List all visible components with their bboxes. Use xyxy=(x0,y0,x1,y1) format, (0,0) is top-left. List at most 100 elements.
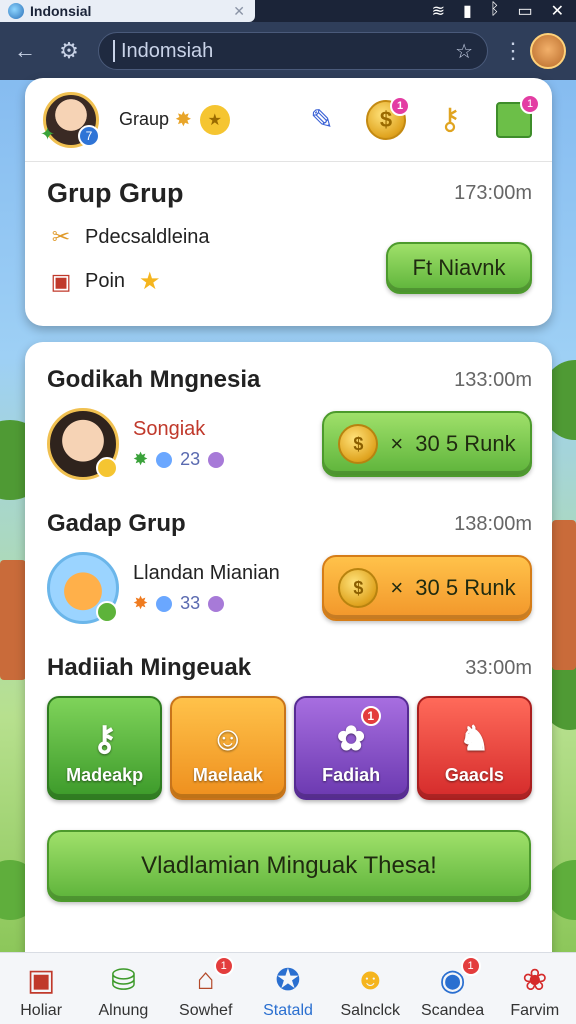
coin-icon: $ xyxy=(338,568,379,608)
bluetooth-icon: ᛒ xyxy=(489,1,500,18)
gift-tile[interactable]: ☺ Maelaak xyxy=(170,696,286,800)
url-text: Indomsiah xyxy=(121,39,214,62)
user-avatar[interactable] xyxy=(530,33,566,69)
reward-section: Gadap Grup 138:00m Llandan Mianian ✸ 33 xyxy=(47,510,532,624)
notification-badge: 1 xyxy=(520,93,540,114)
reward-button[interactable]: $ × 30 5 Runk xyxy=(322,555,532,621)
window-icon[interactable]: ▭ xyxy=(517,1,532,21)
purple-gem-icon xyxy=(208,595,225,612)
player-name: Songiak xyxy=(133,418,206,440)
back-arrow-icon[interactable]: ← xyxy=(10,36,40,66)
plant-pot-icon: ✿ xyxy=(336,720,366,758)
ribbon-icon: ✂ xyxy=(51,224,71,249)
bottom-navigation: ▣ Holiar ⛁ Alnung 1 ⌂ Sowhef ✪ Statald ☻… xyxy=(0,952,576,1024)
star-face-icon: ★ xyxy=(199,104,230,135)
notification-badge: 1 xyxy=(460,956,481,976)
reward-button[interactable]: $ × 30 5 Runk xyxy=(322,411,532,477)
green-star-icon: ✸ xyxy=(133,449,149,469)
tile-label: Madeakp xyxy=(66,765,144,785)
compass-icon: ✪ xyxy=(275,963,301,997)
player-avatar[interactable] xyxy=(47,408,119,480)
item-label: Poin xyxy=(85,270,126,292)
group-header-card: ✦ 7 Graup ✸ ★ ✎ $ 1 ⚷ 1 Grup Grup 173:00… xyxy=(25,78,552,326)
stat-value: 23 xyxy=(180,449,201,469)
section-title: Gadap Grup xyxy=(47,510,186,537)
gem-icon xyxy=(156,595,173,612)
flower-icon: ❀ xyxy=(522,963,548,997)
nav-item-statald[interactable]: ✪ Statald xyxy=(250,960,326,1020)
url-input[interactable]: Indomsiah ☆ xyxy=(98,32,488,70)
leaf-icon: ✦ xyxy=(40,123,56,144)
gift-tile[interactable]: 1 ✿ Fadiah xyxy=(293,696,409,800)
drawer-icon-button[interactable]: 1 xyxy=(494,93,540,140)
star-icon: ★ xyxy=(139,268,161,295)
purple-gem-icon xyxy=(208,451,225,468)
claim-button[interactable]: Ft Niavnk xyxy=(386,241,532,294)
reward-multiplier: × xyxy=(390,575,404,600)
player-name: Llandan Mianian xyxy=(133,562,280,584)
magic-wand-icon[interactable]: ✎ xyxy=(302,100,342,140)
nav-label: Sowhef xyxy=(179,1002,233,1019)
tile-label: Gaacls xyxy=(444,765,504,785)
nav-label: Statald xyxy=(263,1002,313,1019)
card-title: Grup Grup xyxy=(47,178,184,208)
tab-close-icon[interactable]: ✕ xyxy=(233,3,245,20)
nav-item-salnclck[interactable]: ☻ Salnclck xyxy=(332,960,408,1020)
item-label: Pdecsaldleina xyxy=(85,225,210,248)
nav-label: Holiar xyxy=(20,1002,63,1019)
more-menu-icon[interactable]: ⋮ xyxy=(502,38,524,64)
notification-badge: 1 xyxy=(213,956,234,976)
nav-label: Scandea xyxy=(420,1002,485,1019)
avatar-badge xyxy=(96,457,118,479)
section-timer: 133:00m xyxy=(454,368,532,391)
gift-tile[interactable]: ♞ Gaacls xyxy=(416,696,532,800)
gift-box-icon: ▣ xyxy=(26,963,56,997)
gem-icon xyxy=(156,451,173,468)
key-icon[interactable]: ⚷ xyxy=(430,100,470,140)
nav-item-scandea[interactable]: 1 ◉ Scandea xyxy=(415,956,491,1020)
close-icon[interactable]: ✕ xyxy=(551,1,564,21)
section-title: Hadiiah Mingeuak xyxy=(47,654,252,681)
tile-label: Maelaak xyxy=(192,765,263,785)
signal-icon: ▮ xyxy=(463,3,472,20)
nav-item-farvim[interactable]: ❀ Farvim xyxy=(497,960,573,1020)
key-icon: ⚷ xyxy=(92,720,118,758)
wifi-icon: ≋ xyxy=(431,3,446,20)
level-badge: 7 xyxy=(78,124,100,147)
section-title: Godikah Mngnesia xyxy=(47,366,261,393)
list-item: ✂ Pdecsaldleina xyxy=(47,223,386,251)
weekly-claim-button[interactable]: Vladlamian Minguak Thesa! xyxy=(47,830,531,902)
reward-multiplier: × xyxy=(390,431,404,456)
gift-icon: ▣ xyxy=(50,268,72,294)
profile-avatar[interactable]: ✦ 7 xyxy=(40,91,100,148)
nav-item-holiar[interactable]: ▣ Holiar xyxy=(3,960,79,1020)
nav-item-alnung[interactable]: ⛁ Alnung xyxy=(85,960,161,1020)
text-cursor xyxy=(113,40,115,62)
nav-label: Alnung xyxy=(98,1002,149,1019)
sparkle-icon: ✸ xyxy=(175,109,192,131)
profile-strip: ✦ 7 Graup ✸ ★ ✎ $ 1 ⚷ 1 xyxy=(25,78,552,162)
section-timer: 138:00m xyxy=(454,512,532,535)
nav-label: Farvim xyxy=(510,1002,560,1019)
list-item: ▣ Poin ★ xyxy=(47,267,386,296)
window-title: Indonsial xyxy=(30,3,92,19)
bookmark-star-icon[interactable]: ☆ xyxy=(455,39,473,64)
settings-gear-icon[interactable]: ⚙ xyxy=(54,36,84,66)
player-avatar[interactable] xyxy=(47,552,119,624)
app-logo-icon xyxy=(8,3,24,19)
gift-tile[interactable]: ⚷ Madeakp xyxy=(47,696,163,800)
character-icon: ☺ xyxy=(210,720,246,758)
nav-item-sowhef[interactable]: 1 ⌂ Sowhef xyxy=(168,956,244,1020)
notification-badge: 1 xyxy=(390,95,410,116)
card-timer: 173:00m xyxy=(454,182,532,204)
avatar-badge xyxy=(96,601,118,623)
address-bar: ← ⚙ Indomsiah ☆ ⋮ xyxy=(0,22,576,80)
nav-label: Salnclck xyxy=(340,1002,401,1019)
coin-icon[interactable]: $ 1 xyxy=(366,95,410,140)
window-tab[interactable]: Indonsial ✕ xyxy=(0,0,255,22)
orange-star-icon: ✸ xyxy=(133,593,149,613)
reward-label: 30 5 Runk xyxy=(415,431,516,456)
section-timer: 33:00m xyxy=(465,656,532,679)
tile-label: Fadiah xyxy=(322,765,381,785)
stat-value: 33 xyxy=(180,593,201,613)
